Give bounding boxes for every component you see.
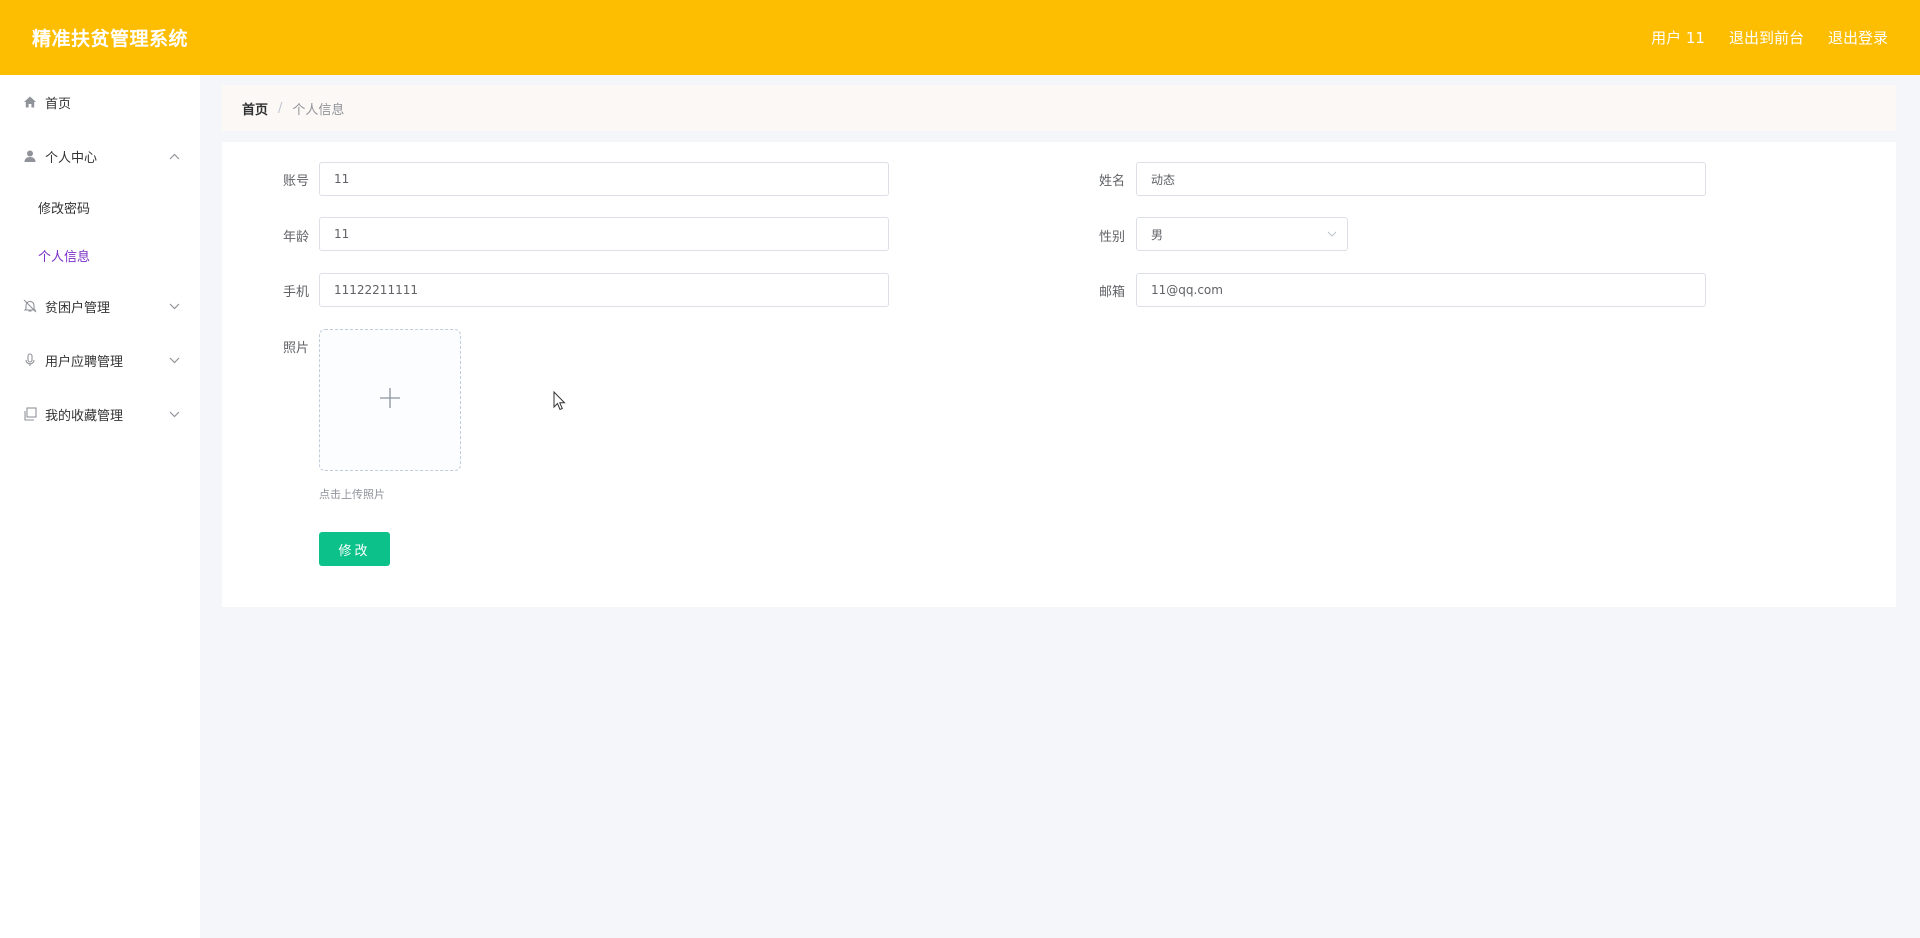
- sidebar-item-label: 我的收藏管理: [45, 408, 124, 424]
- photo-uploader[interactable]: [319, 329, 461, 471]
- age-label: 年龄: [282, 230, 309, 245]
- photo-label: 照片: [282, 341, 309, 356]
- submit-button[interactable]: 修改: [319, 532, 390, 566]
- chevron-down-icon: [169, 354, 180, 367]
- name-label: 姓名: [1098, 174, 1125, 189]
- email-field[interactable]: 11@qq.com: [1136, 273, 1706, 307]
- sidebar-item-label: 个人中心: [45, 150, 98, 166]
- mouse-cursor-icon: [553, 390, 567, 415]
- microphone-icon: [23, 353, 37, 367]
- user-icon: [23, 149, 37, 163]
- account-label: 账号: [282, 174, 309, 189]
- sidebar-item-favorites[interactable]: 我的收藏管理: [0, 387, 200, 441]
- age-field[interactable]: 11: [319, 217, 889, 251]
- top-header: 精准扶贫管理系统 用户 11 退出到前台 退出登录: [0, 0, 1920, 75]
- gender-label: 性别: [1098, 230, 1125, 245]
- phone-field[interactable]: 11122211111: [319, 273, 889, 307]
- app-title: 精准扶贫管理系统: [32, 28, 189, 50]
- upload-hint: 点击上传照片: [319, 488, 385, 501]
- sidebar-item-label: 用户应聘管理: [45, 354, 124, 370]
- breadcrumb-separator: /: [278, 100, 283, 116]
- phone-label: 手机: [282, 285, 309, 300]
- chevron-down-icon: [169, 300, 180, 313]
- header-links: 用户 11 退出到前台 退出登录: [1651, 27, 1888, 48]
- bell-icon: [23, 299, 37, 313]
- sidebar-item-label: 个人信息: [38, 249, 91, 265]
- sidebar-item-label: 首页: [45, 96, 72, 112]
- profile-form: 账号 11 姓名 动态 年龄 11 性别 男 手机 11122211111 邮箱…: [222, 142, 1896, 607]
- logout-link[interactable]: 退出登录: [1828, 27, 1888, 48]
- chevron-up-icon: [169, 150, 180, 163]
- account-field[interactable]: 11: [319, 162, 889, 196]
- sidebar-item-job-applications[interactable]: 用户应聘管理: [0, 333, 200, 387]
- breadcrumb-home[interactable]: 首页: [242, 99, 268, 118]
- email-label: 邮箱: [1098, 285, 1125, 300]
- home-icon: [23, 95, 37, 109]
- plus-icon: [378, 386, 402, 414]
- breadcrumb: 首页 / 个人信息: [222, 85, 1896, 131]
- gender-value: 男: [1151, 227, 1164, 242]
- age-value: 11: [334, 227, 350, 241]
- sidebar-item-home[interactable]: 首页: [0, 75, 200, 129]
- copy-icon: [23, 407, 37, 421]
- sidebar: 首页 个人中心 修改密码 个人信息 贫困户管理 用户应聘管理 我的收藏管理: [0, 75, 200, 938]
- phone-value: 11122211111: [334, 283, 418, 297]
- breadcrumb-current: 个人信息: [292, 102, 345, 118]
- account-value: 11: [334, 172, 350, 186]
- sidebar-item-label: 修改密码: [38, 201, 91, 217]
- chevron-down-icon: [169, 408, 180, 421]
- sidebar-item-label: 贫困户管理: [45, 300, 111, 316]
- sidebar-item-poor-households[interactable]: 贫困户管理: [0, 279, 200, 333]
- chevron-down-icon: [1327, 229, 1337, 240]
- sidebar-item-change-password[interactable]: 修改密码: [0, 183, 200, 231]
- current-user-label: 用户 11: [1651, 29, 1705, 47]
- name-value: 动态: [1151, 172, 1176, 187]
- sidebar-item-personal-center[interactable]: 个人中心: [0, 129, 200, 183]
- sidebar-item-personal-info[interactable]: 个人信息: [0, 231, 200, 279]
- exit-to-front-link[interactable]: 退出到前台: [1729, 27, 1804, 48]
- email-value: 11@qq.com: [1151, 283, 1223, 297]
- name-field[interactable]: 动态: [1136, 162, 1706, 196]
- gender-select[interactable]: 男: [1136, 217, 1348, 251]
